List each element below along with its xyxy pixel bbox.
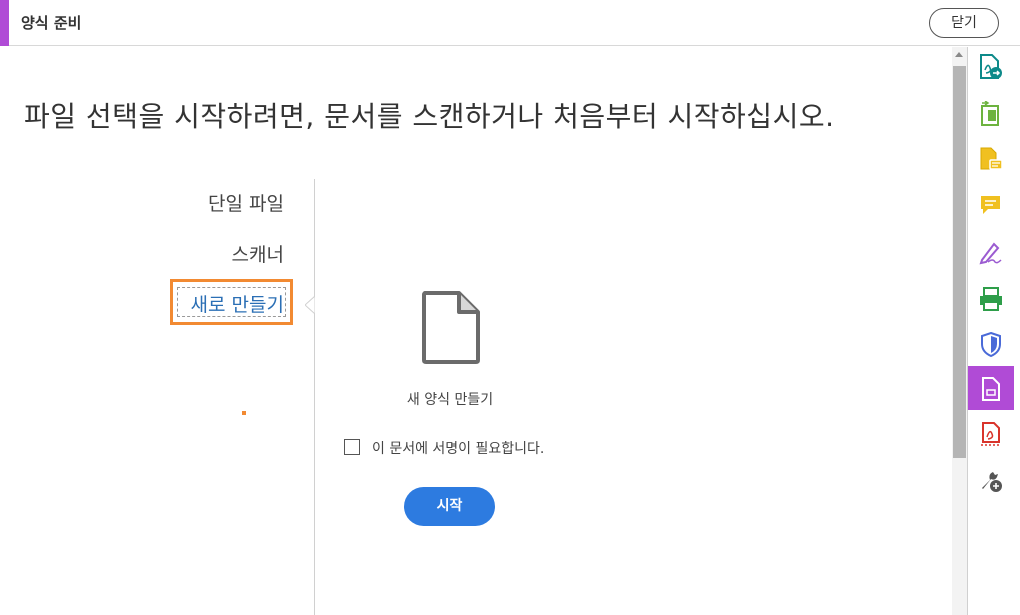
comment-icon [981,196,1000,214]
signature-required-label[interactable]: 이 문서에 서명이 필요합니다. [372,438,544,458]
protect-icon [981,332,1001,358]
option-scanner[interactable]: 스캐너 [232,240,284,267]
more-tools-tool[interactable] [968,458,1014,504]
more-tools-icon [982,472,1002,492]
divider [314,179,315,615]
instruction-headline: 파일 선택을 시작하려면, 문서를 스캔하거나 처음부터 시작하십시오. [24,100,835,133]
start-button[interactable]: 시작 [404,487,495,526]
accent-stripe [0,0,9,46]
comment-document-icon [980,147,1003,170]
fill-sign-icon [979,242,1002,265]
marker-dot [242,411,246,415]
fill-sign-tool[interactable] [968,230,1014,276]
export-pdf-icon [980,54,1002,79]
scroll-up-arrow-icon[interactable] [955,52,963,57]
organize-pages-icon [981,101,999,126]
selection-pointer [305,296,323,314]
scrollbar-thumb[interactable] [953,66,966,458]
export-pdf-tool[interactable] [968,44,1014,90]
pdf-standards-icon [981,422,1001,446]
prepare-form-tool[interactable] [968,366,1014,410]
top-bar: 양식 준비 닫기 [0,0,1020,46]
protect-tool[interactable] [968,322,1014,368]
create-form-label: 새 양식 만들기 [406,392,494,408]
blank-document-icon [422,291,480,364]
comment-document-tool[interactable] [968,137,1014,183]
pdf-standards-tool[interactable] [968,412,1014,458]
print-production-tool[interactable] [968,276,1014,322]
signature-required-checkbox[interactable] [344,439,360,455]
option-create-new[interactable]: 새로 만들기 [191,290,284,317]
close-button[interactable]: 닫기 [929,8,999,38]
organize-pages-tool[interactable] [968,91,1014,137]
page-title: 양식 준비 [21,14,82,32]
print-production-icon [980,287,1002,311]
prepare-form-icon [982,377,1000,401]
option-single-file[interactable]: 단일 파일 [208,189,284,216]
comment-tool[interactable] [968,183,1014,229]
